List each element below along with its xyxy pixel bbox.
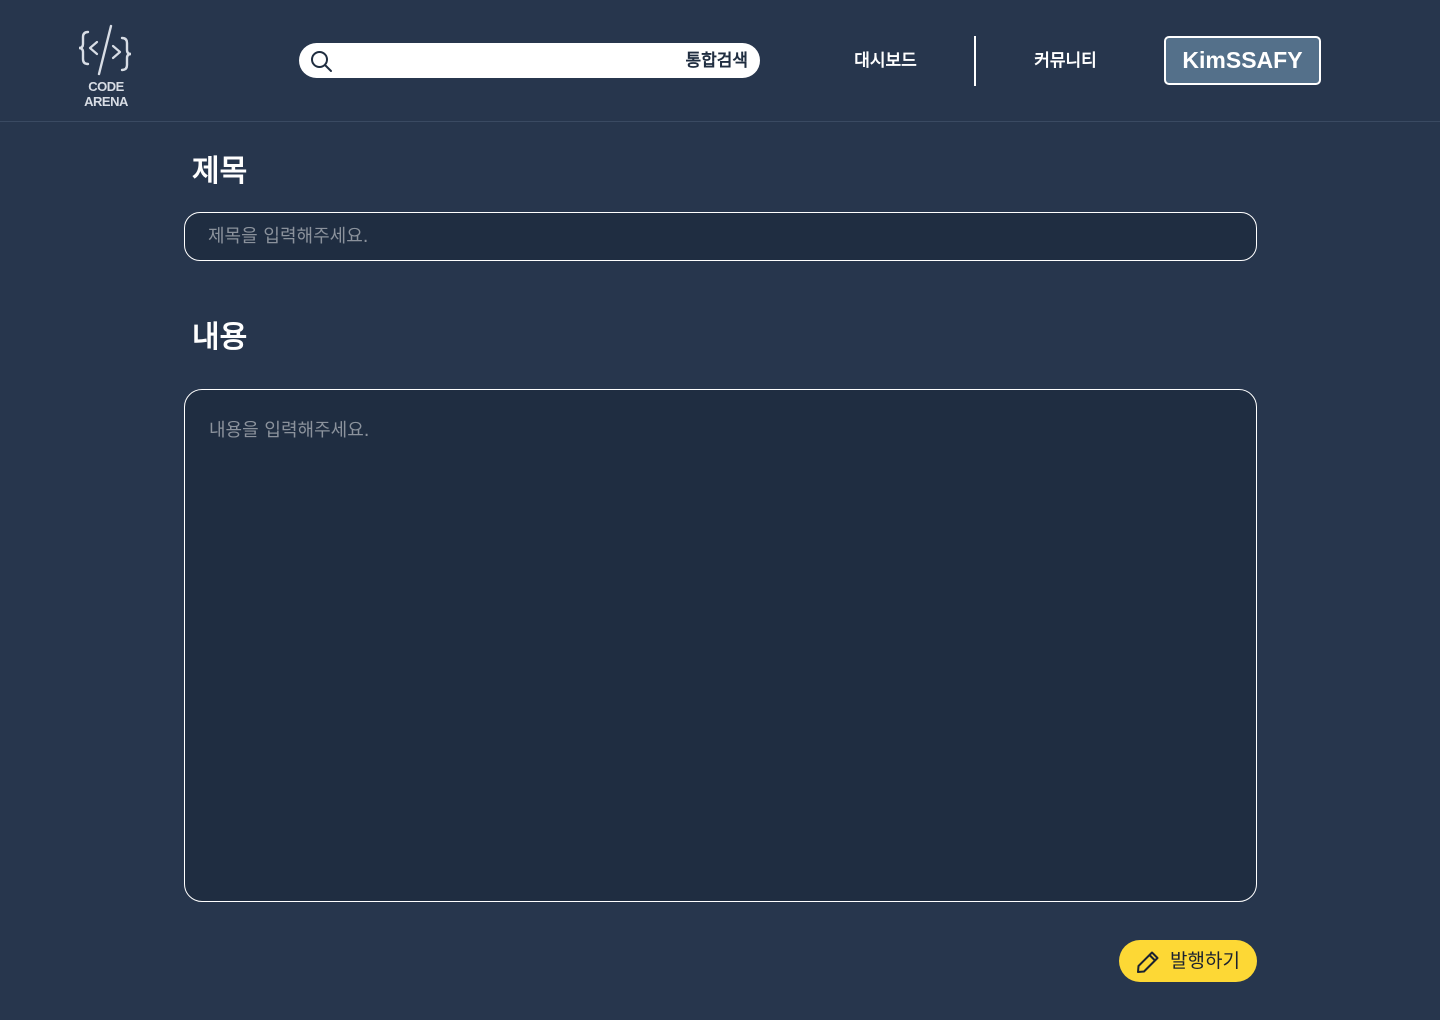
top-header: CODE ARENA 통합검색 대시보드 커뮤니티 KimSSAFY <box>0 0 1440 122</box>
logo-text: CODE ARENA <box>84 79 128 109</box>
content-label: 내용 <box>192 320 248 355</box>
nav-community-link[interactable]: 커뮤니티 <box>1018 48 1113 74</box>
title-label: 제목 <box>192 154 248 189</box>
nav-divider <box>974 36 976 86</box>
code-arena-logo[interactable]: CODE ARENA <box>66 24 146 109</box>
nav-dashboard-link[interactable]: 대시보드 <box>838 48 933 74</box>
title-input[interactable] <box>184 212 1257 261</box>
code-brackets-icon <box>78 24 132 76</box>
content-textarea[interactable] <box>184 389 1257 902</box>
search-icon[interactable] <box>309 49 333 73</box>
global-search: 통합검색 <box>299 43 760 78</box>
publish-button[interactable]: 발행하기 <box>1119 940 1257 982</box>
pencil-icon <box>1137 951 1159 973</box>
search-input[interactable] <box>341 47 661 74</box>
search-button[interactable]: 통합검색 <box>685 50 748 72</box>
user-profile-button[interactable]: KimSSAFY <box>1164 36 1321 85</box>
publish-label: 발행하기 <box>1170 950 1240 972</box>
